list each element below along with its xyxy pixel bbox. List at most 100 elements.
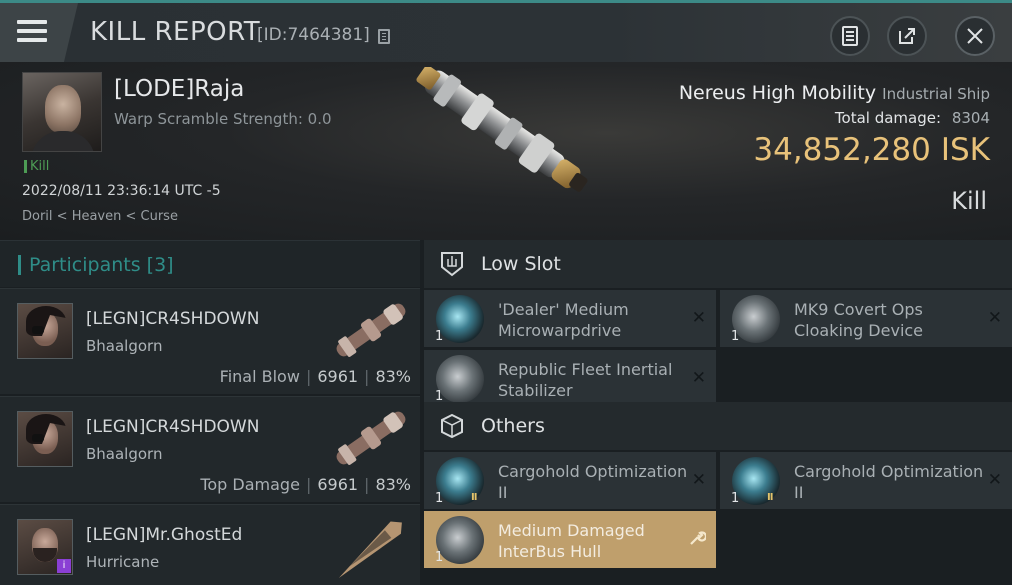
destroyed-icon: ✕ (987, 470, 1002, 490)
victim-torso (31, 131, 95, 151)
participant-percent: 83% (375, 475, 411, 494)
menu-button[interactable] (0, 3, 78, 62)
tech-tier-badge: II (767, 492, 774, 503)
item-name: Cargohold Optimization II (498, 462, 688, 502)
participant-avatar[interactable] (17, 411, 73, 467)
low-slot-header[interactable]: Low Slot (424, 240, 1012, 288)
share-icon (899, 28, 915, 44)
victim-ship-image[interactable] (400, 67, 620, 207)
avatar-beard (33, 548, 57, 562)
kill-time: 2022/08/11 23:36:14 UTC -5 (22, 183, 221, 199)
victim-avatar[interactable] (22, 72, 102, 152)
total-damage: Total damage: 8304 (835, 109, 990, 127)
victim-name[interactable]: [LODE]Raja (114, 76, 244, 102)
others-title: Others (481, 415, 545, 437)
participants-accent (18, 255, 21, 275)
menu-icon (17, 20, 47, 24)
participant-row[interactable]: [LEGN]CR4SHDOWN Bhaalgorn Top Damage | 696… (0, 396, 420, 502)
destroyed-icon: ✕ (691, 470, 706, 490)
ship-name-text: Nereus High Mobility (678, 82, 877, 104)
victim-ship-name[interactable]: Nereus High Mobility Industrial Ship (679, 82, 990, 104)
item-name: Medium Damaged InterBus Hull (498, 521, 645, 561)
fitting-item[interactable]: 1 II Cargohold Optimization II ✕ (424, 452, 716, 509)
fitting-item[interactable]: 1 MK9 Covert Ops Cloaking Device ✕ (720, 290, 1012, 347)
isk-value: 34,852,280 ISK (753, 132, 990, 168)
stats-separator: | (305, 475, 312, 494)
fitting-item[interactable]: 1 Medium Damaged InterBus Hull (424, 511, 716, 568)
wrench-icon (688, 529, 708, 552)
fitting-item[interactable]: 1 Republic Fleet Inertial Stabilizer ✕ (424, 350, 716, 407)
others-header[interactable]: Others (424, 402, 1012, 450)
participant-ship-image[interactable] (325, 511, 417, 581)
participant-stats: Top Damage | 6961 | 83% (200, 475, 411, 494)
destroyed-icon: ✕ (691, 308, 706, 328)
total-damage-label: Total damage: (834, 109, 942, 127)
participant-name: [LEGN]CR4SHDOWN (86, 309, 260, 329)
report-button[interactable] (830, 16, 870, 56)
victim-face (45, 85, 81, 133)
kill-tag: Kill (24, 160, 49, 173)
close-button[interactable] (955, 16, 995, 56)
participant-damage: 6961 (317, 475, 359, 494)
participant-ship: Bhaalgorn (86, 337, 163, 355)
avatar-eyepatch (32, 434, 44, 442)
participant-label: Top Damage (200, 475, 300, 494)
info-badge-icon: i (57, 559, 71, 573)
copy-icon[interactable] (378, 29, 390, 44)
participant-ship-image[interactable] (325, 403, 417, 473)
menu-icon-bar (17, 29, 47, 33)
participant-avatar[interactable] (17, 303, 73, 359)
participant-stats: Final Blow | 6961 | 83% (220, 367, 411, 386)
page-title: KILL REPORT (90, 17, 261, 47)
participant-name: [LEGN]CR4SHDOWN (86, 417, 260, 437)
participants-count: [3] (146, 254, 174, 276)
report-icon (842, 26, 858, 46)
cube-icon (439, 413, 465, 439)
tech-tier-badge: II (471, 492, 478, 503)
close-icon (967, 28, 983, 44)
item-name: Cargohold Optimization II (794, 462, 984, 502)
participants-title: Participants [3] (29, 254, 174, 276)
participant-ship-image[interactable] (325, 295, 417, 365)
participant-avatar[interactable]: i (17, 519, 73, 575)
item-quantity: 1 (731, 329, 740, 344)
participant-ship: Bhaalgorn (86, 445, 163, 463)
result-label: Kill (951, 187, 987, 215)
item-name: 'Dealer' Medium Microwarpdrive (498, 300, 629, 340)
fitting-item[interactable]: 1 II Cargohold Optimization II ✕ (720, 452, 1012, 509)
header-bar: KILL REPORT [ID:7464381] (0, 0, 1012, 62)
destroyed-icon: ✕ (691, 368, 706, 388)
participant-label: Final Blow (219, 367, 300, 386)
fitting-item[interactable]: 1 'Dealer' Medium Microwarpdrive ✕ (424, 290, 716, 347)
low-slot-icon (439, 251, 465, 277)
total-damage-value: 8304 (951, 109, 990, 127)
destroyed-icon: ✕ (987, 308, 1002, 328)
participants-header[interactable]: Participants [3] (0, 240, 420, 287)
item-quantity: 1 (435, 329, 444, 344)
fitting-panel: Low Slot 1 'Dealer' Medium Microwarpdriv… (420, 240, 1012, 585)
participant-row[interactable]: i [LEGN]Mr.GhostEd Hurricane (0, 504, 420, 585)
share-button[interactable] (887, 16, 927, 56)
avatar-eyepatch (32, 326, 44, 334)
isk-amount: 34,852,280 (753, 132, 931, 168)
item-quantity: 1 (435, 550, 444, 565)
stats-separator: | (305, 367, 312, 386)
isk-unit: ISK (940, 132, 990, 168)
low-slot-title: Low Slot (481, 253, 561, 275)
participant-name: [LEGN]Mr.GhostEd (86, 525, 243, 545)
participants-panel: Participants [3] [LEGN]CR4SHDOWN Bhaalgo… (0, 240, 420, 585)
participant-row[interactable]: [LEGN]CR4SHDOWN Bhaalgorn Final Blow | 696… (0, 288, 420, 394)
item-name: Republic Fleet Inertial Stabilizer (498, 360, 673, 400)
item-name: MK9 Covert Ops Cloaking Device (794, 300, 924, 340)
participant-ship: Hurricane (86, 553, 160, 571)
report-id: [ID:7464381] (257, 25, 370, 45)
victim-panel: [LODE]Raja Warp Scramble Strength: 0.0 K… (0, 62, 1012, 240)
participant-percent: 83% (375, 367, 411, 386)
warp-scramble-strength: Warp Scramble Strength: 0.0 (114, 110, 332, 128)
stats-separator: | (364, 367, 370, 386)
menu-icon-bar (17, 38, 47, 42)
stats-separator: | (364, 475, 370, 494)
participants-title-text: Participants (29, 254, 141, 276)
kill-location[interactable]: Doril < Heaven < Curse (22, 209, 178, 224)
participant-damage: 6961 (317, 367, 359, 386)
